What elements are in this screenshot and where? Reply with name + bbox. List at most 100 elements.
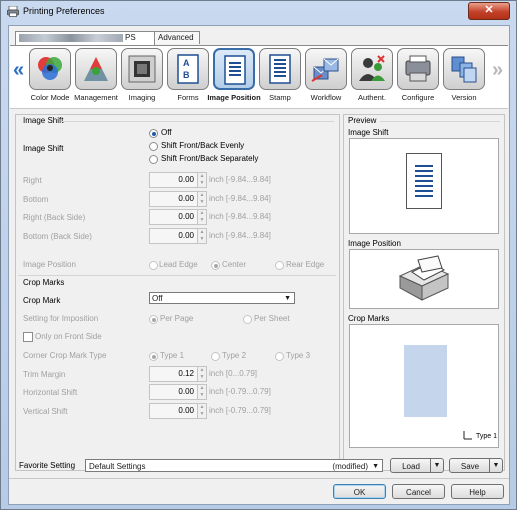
image-position-icon-frame [213,48,255,90]
management-icon-frame [75,48,117,90]
bottom-label: Bottom [23,195,49,204]
trim-margin-range: inch [0...0.79] [209,369,258,378]
tab-advanced[interactable]: Advanced [154,31,200,44]
crop-corner-icon [463,431,472,440]
stamp-icon [269,54,291,84]
right-back-input[interactable]: 0.00 [149,209,198,225]
imaging-icon [128,55,156,83]
crop-mark-select[interactable]: Off ▼ [149,292,295,304]
printer-output-icon [398,255,450,301]
management-icon [84,57,108,81]
center-radio[interactable] [211,261,220,270]
front-only-label: Only on Front Side [35,332,102,341]
right-back-label: Right (Back Side) [23,213,86,222]
workflow-icon [311,58,339,82]
tab-printer[interactable]: PS [15,31,155,45]
image-position-preview [349,249,499,309]
type2-radio[interactable] [211,352,220,361]
bottom-input[interactable]: 0.00 [149,191,198,207]
image-shift-separately-radio[interactable] [149,155,158,164]
vertical-shift-label: Vertical Shift [23,407,68,416]
bottom-back-spinner[interactable]: ▲ ▼ [197,228,207,244]
save-dropdown-arrow[interactable]: ▼ [489,459,502,472]
lead-edge-label: Lead Edge [159,260,198,269]
corner-type-label: Corner Crop Mark Type [23,351,107,360]
favorite-value: Default Settings [89,462,146,471]
right-input[interactable]: 0.00 [149,172,198,188]
lead-edge-radio[interactable] [149,261,158,270]
tab-printer-label: PS [125,33,136,42]
close-button[interactable]: ✕ [468,2,510,20]
image-shift-section-title: Image Shift [23,116,64,125]
bottom-back-input[interactable]: 0.00 [149,228,198,244]
preview-title: Preview [348,116,377,125]
right-spinner[interactable]: ▲ ▼ [197,172,207,188]
printer-icon [7,6,19,17]
forms-icon: A B [177,54,199,84]
svg-text:A: A [183,58,190,68]
image-shift-off-radio[interactable] [149,129,158,138]
right-back-spinner[interactable]: ▲ ▼ [197,209,207,225]
image-shift-evenly-radio[interactable] [149,142,158,151]
type1-radio[interactable] [149,352,158,361]
ok-button[interactable]: OK [333,484,386,499]
help-button[interactable]: Help [451,484,504,499]
bottom-spinner[interactable]: ▲ ▼ [197,191,207,207]
rear-edge-radio[interactable] [275,261,284,270]
bottom-back-value: 0.00 [178,231,194,240]
trim-margin-spinner[interactable]: ▲ ▼ [197,366,207,382]
right-back-value: 0.00 [178,212,194,221]
section-divider [62,121,334,122]
bottom-range: inch [-9.84...9.84] [209,194,271,203]
window-title: Printing Preferences [23,6,105,16]
load-button[interactable]: Load ▼ [390,458,444,473]
save-button[interactable]: Save ▼ [449,458,503,473]
preview-panel: Preview Image Shift Image Position Crop … [343,114,505,471]
horizontal-shift-input[interactable]: 0.00 [149,384,198,400]
horizontal-shift-value: 0.00 [178,387,194,396]
section-divider [380,121,500,122]
load-dropdown-arrow[interactable]: ▼ [430,459,443,472]
image-position-icon [224,55,246,85]
type3-radio[interactable] [275,352,284,361]
horizontal-shift-spinner[interactable]: ▲ ▼ [197,384,207,400]
crop-mark-value: Off [152,294,163,303]
cancel-button[interactable]: Cancel [392,484,445,499]
bottom-divider [9,478,509,479]
right-back-range: inch [-9.84...9.84] [209,212,271,221]
favorite-modified: (modified) [332,462,368,471]
per-sheet-radio[interactable] [243,315,252,324]
right-value: 0.00 [178,175,194,184]
scroll-right-button[interactable]: » [492,60,503,80]
forms-icon-frame: A B [167,48,209,90]
crop-type-caption: Type 1 [476,433,498,440]
vertical-shift-input[interactable]: 0.00 [149,403,198,419]
imposition-label: Setting for Imposition [23,314,99,323]
type2-label: Type 2 [222,351,247,360]
vertical-shift-spinner[interactable]: ▲ ▼ [197,403,207,419]
crop-mark-label: Crop Mark [23,296,61,305]
front-only-checkbox[interactable] [23,332,33,342]
favorite-select[interactable]: Default Settings (modified) ▼ [85,459,383,472]
crop-marks-preview: Type 1 [349,324,499,448]
horizontal-shift-range: inch [-0.79...0.79] [209,387,271,396]
bottom-back-label: Bottom (Back Side) [23,232,92,241]
right-label: Right [23,176,42,185]
per-page-radio[interactable] [149,315,158,324]
image-shift-preview [349,138,499,234]
settings-panel: Image Shift Image Shift Off Shift Front/… [15,114,340,471]
color-mode-icon-frame [29,48,71,90]
crop-area-preview [404,345,447,417]
image-shift-label: Image Shift [23,144,64,153]
preview-crop-marks-label: Crop Marks [348,314,390,323]
scroll-left-button[interactable]: « [13,60,24,80]
category-version[interactable]: Version [441,48,487,102]
per-sheet-label: Per Sheet [254,314,290,323]
trim-margin-input[interactable]: 0.12 [149,366,198,382]
configure-icon-frame [397,48,439,90]
page-preview-icon [406,153,442,209]
trim-margin-value: 0.12 [178,369,194,378]
authentication-icon [359,55,385,81]
image-shift-separately-label: Shift Front/Back Separately [161,154,259,163]
vertical-shift-range: inch [-0.79...0.79] [209,406,271,415]
